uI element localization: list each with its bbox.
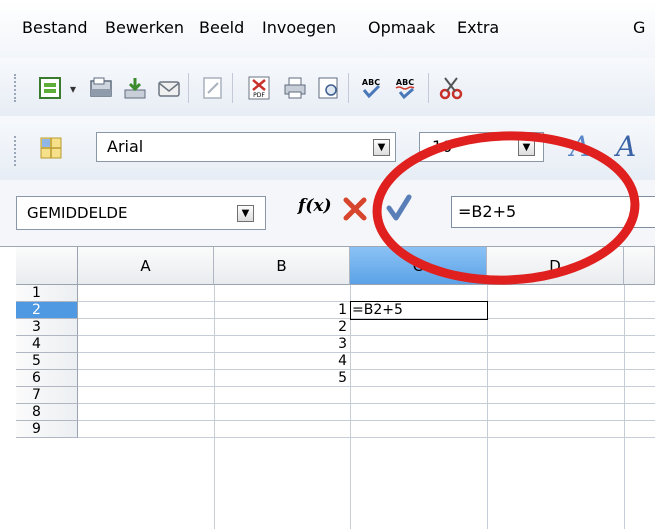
menu-bewerken[interactable]: Bewerken bbox=[105, 17, 184, 39]
format-toolbar: Arial ▼ 10 ▼ A A bbox=[0, 116, 655, 180]
column-header-a[interactable]: A bbox=[78, 247, 214, 285]
autospellcheck-icon[interactable]: ABC bbox=[392, 75, 418, 101]
grid-line bbox=[78, 352, 655, 353]
menu-more[interactable]: G bbox=[633, 17, 645, 39]
row-header-6[interactable]: 6 bbox=[16, 370, 78, 387]
column-header-c[interactable]: C bbox=[350, 247, 487, 285]
font-size-value: 10 bbox=[432, 137, 453, 156]
function-wizard-icon[interactable]: f(x) bbox=[298, 196, 332, 216]
print-preview-icon[interactable] bbox=[316, 75, 342, 101]
name-box-dropdown-icon[interactable]: ▼ bbox=[237, 205, 254, 222]
name-box-value: GEMIDDELDE bbox=[27, 204, 128, 222]
row-header-3[interactable]: 3 bbox=[16, 319, 78, 336]
new-document-icon[interactable] bbox=[38, 75, 64, 101]
toolbar-separator bbox=[348, 73, 349, 103]
row-header-1[interactable]: 1 bbox=[16, 285, 78, 302]
select-all-corner[interactable] bbox=[16, 247, 78, 285]
grid-line bbox=[624, 285, 625, 529]
toolbar-separator bbox=[188, 73, 189, 103]
svg-text:PDF: PDF bbox=[253, 92, 265, 99]
row-header-7[interactable]: 7 bbox=[16, 387, 78, 404]
menu-bar: Bestand Bewerken Beeld Invoegen Opmaak E… bbox=[0, 0, 655, 58]
cell-c2[interactable]: =B2+5 bbox=[352, 302, 403, 318]
spreadsheet-grid bbox=[0, 246, 655, 530]
grid-line bbox=[78, 403, 655, 404]
formula-input[interactable]: =B2+5 bbox=[451, 196, 655, 228]
cell-b4[interactable]: 3 bbox=[317, 336, 347, 352]
font-name-value: Arial bbox=[107, 137, 144, 156]
export-pdf-icon[interactable]: PDF bbox=[246, 75, 272, 101]
font-name-combobox[interactable]: Arial ▼ bbox=[96, 132, 396, 162]
toolbar-separator bbox=[428, 73, 429, 103]
grid-line bbox=[78, 369, 655, 370]
grid-line bbox=[214, 285, 215, 529]
grid-line bbox=[350, 285, 351, 529]
menu-opmaak[interactable]: Opmaak bbox=[368, 17, 435, 39]
row-header-9[interactable]: 9 bbox=[16, 421, 78, 438]
toolbar-separator bbox=[232, 73, 233, 103]
cell-b3[interactable]: 2 bbox=[317, 319, 347, 335]
formula-input-value: =B2+5 bbox=[458, 202, 517, 221]
new-dropdown-arrow-icon[interactable]: ▾ bbox=[70, 82, 76, 96]
cancel-icon[interactable] bbox=[342, 196, 368, 222]
grid-line bbox=[78, 335, 655, 336]
menu-beeld[interactable]: Beeld bbox=[199, 17, 244, 39]
cell-b6[interactable]: 5 bbox=[317, 370, 347, 386]
open-icon[interactable] bbox=[88, 75, 114, 101]
column-header-d[interactable]: D bbox=[487, 247, 624, 285]
spellcheck-icon[interactable]: ABC bbox=[358, 75, 384, 101]
font-size-dropdown-icon[interactable]: ▼ bbox=[518, 139, 535, 156]
font-size-combobox[interactable]: 10 ▼ bbox=[419, 132, 544, 162]
edit-file-icon[interactable] bbox=[200, 75, 226, 101]
save-icon[interactable] bbox=[122, 75, 148, 101]
email-icon[interactable] bbox=[156, 75, 182, 101]
row-header-5[interactable]: 5 bbox=[16, 353, 78, 370]
cut-icon[interactable] bbox=[438, 75, 464, 101]
column-header-b[interactable]: B bbox=[214, 247, 350, 285]
row-header-4[interactable]: 4 bbox=[16, 336, 78, 353]
grid-line bbox=[78, 386, 655, 387]
toolbar-grip[interactable] bbox=[14, 74, 20, 102]
styles-icon[interactable] bbox=[38, 135, 64, 161]
row-header-8[interactable]: 8 bbox=[16, 404, 78, 421]
svg-text:ABC: ABC bbox=[396, 78, 414, 87]
cell-b5[interactable]: 4 bbox=[317, 353, 347, 369]
cell-b2[interactable]: 1 bbox=[317, 302, 347, 318]
name-box[interactable]: GEMIDDELDE ▼ bbox=[16, 196, 266, 230]
shadow-a-icon[interactable]: A bbox=[616, 130, 636, 163]
print-icon[interactable] bbox=[282, 75, 308, 101]
menu-extra[interactable]: Extra bbox=[457, 17, 499, 39]
row-header-2[interactable]: 2 bbox=[16, 302, 78, 319]
menu-bestand[interactable]: Bestand bbox=[22, 17, 88, 39]
grid-line bbox=[78, 437, 655, 438]
accept-icon[interactable] bbox=[386, 194, 412, 222]
toolbar-grip[interactable] bbox=[14, 136, 20, 166]
standard-toolbar: ▾ PDF ABC ABC bbox=[0, 58, 655, 116]
grid-line bbox=[78, 420, 655, 421]
font-color-a-icon[interactable]: A bbox=[570, 130, 590, 163]
menu-invoegen[interactable]: Invoegen bbox=[262, 17, 336, 39]
font-name-dropdown-icon[interactable]: ▼ bbox=[373, 139, 390, 156]
column-header-e[interactable] bbox=[624, 247, 655, 285]
grid-line bbox=[487, 285, 488, 529]
